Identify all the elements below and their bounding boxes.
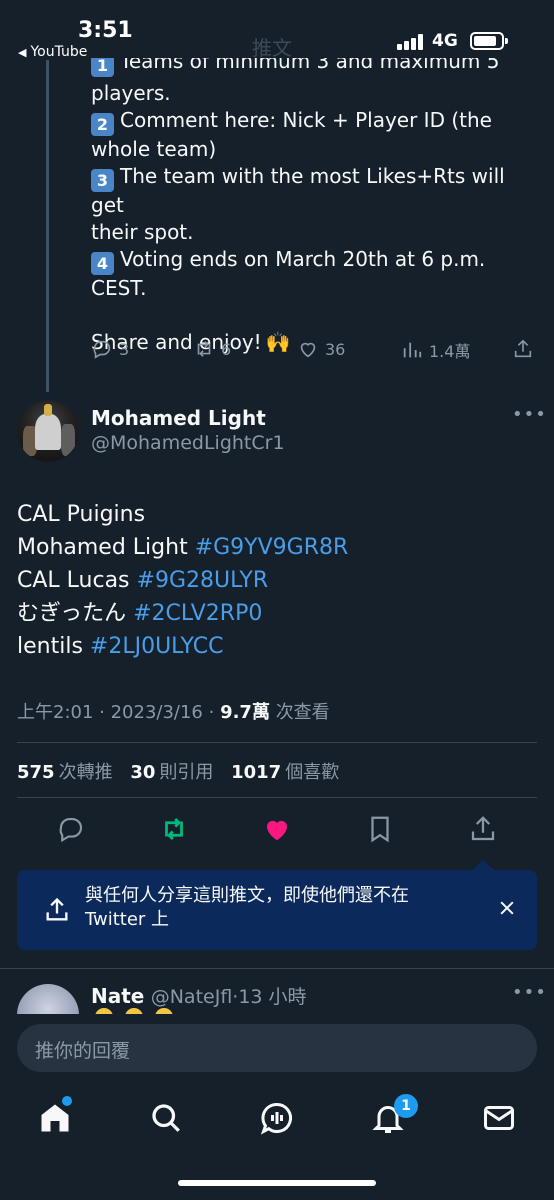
tweet-actions xyxy=(0,810,554,850)
quotes-stat[interactable]: 30 則引用 xyxy=(130,762,213,783)
reply-tweet[interactable]: Nate @NateJfl·13 小時 ••• xyxy=(0,968,554,1014)
views-label: 次查看 xyxy=(275,702,330,723)
tweet-line: CAL Puigins xyxy=(17,502,146,527)
retweet-icon[interactable] xyxy=(159,814,189,844)
share-icon[interactable] xyxy=(468,814,498,844)
author-handle[interactable]: @MohamedLightCr1 xyxy=(91,432,285,454)
reply-icon[interactable] xyxy=(56,814,86,844)
like-button[interactable]: 36 xyxy=(297,338,345,360)
hashtag-link[interactable]: #G9YV9GR8R xyxy=(195,535,349,560)
like-count: 36 xyxy=(325,339,346,359)
more-options-icon[interactable]: ••• xyxy=(512,404,547,425)
tweet-line: Mohamed Light #G9YV9GR8R xyxy=(17,535,349,560)
back-arrow-icon: ◀ xyxy=(18,46,27,59)
views-count: 1.4萬 xyxy=(429,342,471,361)
retweet-icon xyxy=(197,341,211,357)
keycap-2-icon: 2 xyxy=(91,113,114,136)
heart-icon xyxy=(300,342,316,358)
reply-icon xyxy=(93,340,111,359)
hashtag-link[interactable]: #2LJ0ULYCC xyxy=(90,634,224,659)
network-type: 4G xyxy=(432,31,458,51)
unread-dot xyxy=(62,1096,72,1106)
clock: 3:51 xyxy=(78,18,133,43)
share-button[interactable] xyxy=(512,338,540,360)
keycap-4-icon: 4 xyxy=(91,252,114,275)
tweet-date: 2023/3/16 xyxy=(110,702,203,723)
more-options-icon[interactable]: ••• xyxy=(512,982,547,1003)
hashtag-link[interactable]: #2CLV2RP0 xyxy=(133,601,262,626)
spaces-icon[interactable] xyxy=(259,1100,295,1136)
status-bar: 3:51 ◀ YouTube 推文 4G xyxy=(0,0,554,68)
tweet-timestamp[interactable]: 上午2:01 · 2023/3/16 · 9.7萬 次查看 xyxy=(17,698,330,724)
divider xyxy=(17,797,537,798)
reply-placeholder: 推你的回覆 xyxy=(35,1040,131,1062)
back-app-label: YouTube xyxy=(30,44,88,60)
thread-connector xyxy=(46,60,49,392)
tweet-line: lentils #2LJ0ULYCC xyxy=(17,634,224,659)
retweets-stat[interactable]: 575 次轉推 xyxy=(17,762,113,783)
reply-author-handle: @NateJfl xyxy=(150,986,233,1008)
reply-button[interactable]: 3 xyxy=(91,338,129,360)
share-prompt-banner[interactable]: 與任何人分享這則推文，即使他們還不在 Twitter 上 xyxy=(17,870,537,950)
divider xyxy=(17,742,537,743)
bookmark-icon[interactable] xyxy=(365,814,395,844)
tweet-time: 上午2:01 xyxy=(17,702,94,723)
retweet-count: 6 xyxy=(221,339,232,359)
back-to-app-button[interactable]: ◀ YouTube xyxy=(18,44,87,60)
page-title: 推文 xyxy=(252,36,292,60)
reply-author-name: Nate xyxy=(91,984,145,1008)
search-icon[interactable] xyxy=(148,1100,184,1136)
retweet-button[interactable]: 6 xyxy=(193,338,231,360)
views-total: 9.7萬 xyxy=(220,702,270,723)
reply-avatar[interactable] xyxy=(17,984,79,1014)
heart-filled-icon[interactable] xyxy=(262,814,292,844)
cellular-signal-icon xyxy=(397,34,427,50)
tweet-line: CAL Lucas #9G28ULYR xyxy=(17,568,269,593)
engagement-stats: 575 次轉推 30 則引用 1017 個喜歡 xyxy=(17,758,351,784)
banner-pointer xyxy=(472,860,494,870)
previous-tweet-actions: 3 6 36 1.4萬 xyxy=(91,338,536,364)
battery-icon xyxy=(470,32,508,50)
author-avatar[interactable] xyxy=(17,400,79,462)
share-prompt-text: 與任何人分享這則推文，即使他們還不在 Twitter 上 xyxy=(85,885,409,930)
hashtag-link[interactable]: #9G28ULYR xyxy=(137,568,269,593)
keycap-3-icon: 3 xyxy=(91,169,114,192)
home-indicator[interactable] xyxy=(178,1180,376,1186)
notifications-badge: 1 xyxy=(394,1094,418,1118)
reply-input[interactable]: 推你的回覆 xyxy=(17,1024,537,1072)
tweet-text: CAL Puigins Mohamed Light #G9YV9GR8R CAL… xyxy=(17,498,348,663)
views-button[interactable]: 1.4萬 xyxy=(401,338,470,362)
tweet-line: むぎったん #2CLV2RP0 xyxy=(17,601,263,626)
reply-time: 13 小時 xyxy=(238,986,307,1008)
share-icon xyxy=(46,897,68,921)
close-icon[interactable] xyxy=(497,898,517,918)
previous-tweet-text: 1 Teams of minimum 3 and maximum 5 player… xyxy=(91,58,531,356)
author-name[interactable]: Mohamed Light xyxy=(91,406,266,430)
views-chart-icon xyxy=(403,342,422,358)
share-icon xyxy=(514,339,532,358)
reply-count: 3 xyxy=(119,339,130,359)
likes-stat[interactable]: 1017 個喜歡 xyxy=(231,762,339,783)
messages-envelope-icon[interactable] xyxy=(481,1100,517,1136)
